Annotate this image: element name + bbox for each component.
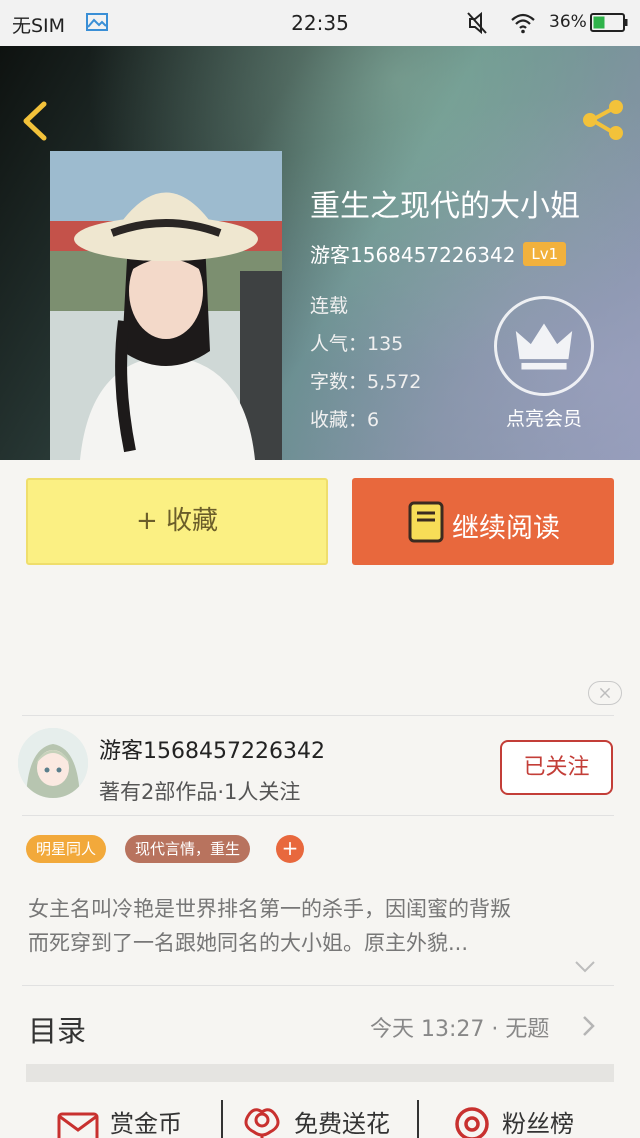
synopsis-line: 而死穿到了一名跟她同名的大小姐。原主外貌...: [28, 931, 469, 955]
book-word-count: 字数：5,572: [310, 371, 422, 393]
vip-label: 点亮会员: [505, 408, 582, 430]
envelope-icon: [57, 1112, 99, 1138]
flower-icon: [244, 1108, 280, 1138]
author-name[interactable]: 游客1568457226342: [99, 733, 325, 765]
separator: [221, 1100, 223, 1138]
close-ad-icon[interactable]: [588, 681, 622, 705]
continue-reading-button[interactable]: 继续阅读: [352, 478, 614, 565]
mute-icon: [467, 11, 487, 35]
author-avatar[interactable]: [18, 728, 88, 798]
book-author-name[interactable]: 游客1568457226342: [310, 243, 515, 267]
location-pin-icon: [455, 1107, 489, 1138]
send-flowers-label: 免费送花: [294, 1110, 390, 1138]
level-badge: Lv1: [523, 241, 567, 266]
book-favorites-count: 收藏：6: [310, 409, 380, 431]
synopsis-line: 女主名叫冷艳是世界排名第一的杀手，因闺蜜的背叛: [28, 897, 511, 921]
book-cover-image[interactable]: [50, 151, 282, 460]
divider: [22, 985, 614, 986]
book-author[interactable]: 游客1568457226342 Lv1: [310, 239, 567, 269]
book-header: 重生之现代的大小姐 游客1568457226342 Lv1 连载 人气：135 字…: [0, 46, 640, 460]
add-favorite-button[interactable]: + 收藏: [26, 478, 328, 565]
back-arrow-icon[interactable]: [14, 98, 54, 144]
tag-fanfic[interactable]: 明星同人: [26, 835, 107, 863]
book-synopsis[interactable]: 女主名叫冷艳是世界排名第一的杀手，因闺蜜的背叛 而死穿到了一名跟她同名的大小姐。…: [28, 892, 618, 960]
toc-title[interactable]: 目录: [28, 1008, 86, 1050]
share-icon[interactable]: [578, 96, 628, 144]
continue-reading-label: 继续阅读: [452, 513, 560, 544]
section-spacer: [26, 1064, 614, 1082]
book-popularity: 人气：135: [310, 333, 404, 355]
reward-coins-label: 赏金币: [110, 1110, 182, 1138]
toc-latest-chapter[interactable]: 今天 13:27 · 无题: [370, 1011, 549, 1043]
book-title: 重生之现代的大小姐: [310, 189, 580, 224]
book-icon: [408, 501, 444, 543]
chevron-down-icon[interactable]: [574, 958, 596, 976]
divider: [22, 715, 614, 716]
wifi-icon: [511, 13, 535, 34]
status-bar: 无SIM 22:35 36%: [0, 0, 640, 46]
chevron-right-icon[interactable]: [581, 1015, 595, 1037]
follow-button[interactable]: 已关注: [500, 740, 613, 795]
book-status: 连载: [310, 295, 349, 317]
divider: [22, 815, 614, 816]
tag-modern-romance[interactable]: 现代言情，重生: [125, 835, 251, 863]
separator: [417, 1100, 419, 1138]
add-tag-button[interactable]: +: [276, 835, 304, 863]
crown-icon: [494, 296, 594, 396]
battery-icon: [590, 13, 628, 32]
vip-button[interactable]: 点亮会员: [494, 296, 594, 436]
battery-percent: 36%: [549, 12, 587, 32]
author-meta: 著有2部作品·1人关注: [99, 780, 301, 804]
clock: 22:35: [291, 11, 349, 35]
fan-ranking-label: 粉丝榜: [502, 1110, 574, 1138]
